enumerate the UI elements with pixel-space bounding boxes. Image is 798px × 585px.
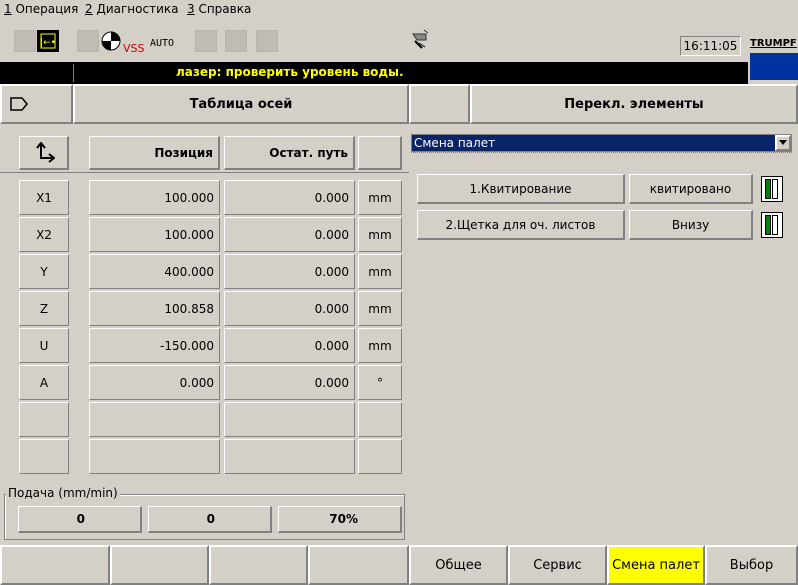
axis-unit: ° <box>358 365 402 400</box>
switch-elements-panel: Смена палет 1.Квитирование квитировано 2… <box>409 124 798 545</box>
toolbar-slot-1[interactable] <box>14 30 36 52</box>
menu-bar: 1 Операция 2 Диагностика 3 Справка <box>0 0 798 18</box>
chevron-down-icon <box>779 140 787 145</box>
empty-cell <box>358 439 402 474</box>
axis-name: U <box>19 328 69 363</box>
svg-text:|←•: |←• <box>40 38 56 48</box>
menu-diagnostics-label: Диагностика <box>92 2 179 16</box>
brand-logo <box>750 53 798 80</box>
panel-arrow-icon <box>10 97 28 111</box>
message-slot <box>2 64 74 82</box>
feed-override-value: 70% <box>278 506 402 533</box>
axis-unit: mm <box>358 254 402 289</box>
pallet-select[interactable]: Смена палет <box>411 134 792 152</box>
coord-system-button[interactable] <box>19 136 69 170</box>
acknowledge-status: квитировано <box>629 174 753 204</box>
toolbar: |←• VSS AUTO 16:11:05 TRUMPF <box>0 18 798 80</box>
axis-remaining: 0.000 <box>224 217 355 252</box>
feed-label: Подача (mm/min) <box>6 486 120 500</box>
axis-position: 100.858 <box>89 291 220 326</box>
switch-elements-title: Перекл. элементы <box>470 84 798 124</box>
axis-name: Y <box>19 254 69 289</box>
axis-name: X2 <box>19 217 69 252</box>
axis-unit: mm <box>358 291 402 326</box>
axis-remaining: 0.000 <box>224 254 355 289</box>
right-panel-toggle[interactable] <box>409 84 470 124</box>
coordinate-axes-icon <box>35 141 55 163</box>
toolbar-slot-3[interactable] <box>195 30 217 52</box>
softkey-4[interactable] <box>308 545 409 585</box>
select-divider <box>411 152 792 153</box>
axis-unit: mm <box>358 328 402 363</box>
toolbar-slot-2[interactable] <box>77 30 99 52</box>
brand-label: TRUMPF <box>750 38 797 49</box>
col-header-unit <box>358 136 402 170</box>
axis-name: Z <box>19 291 69 326</box>
clock-display: 16:11:05 <box>680 36 741 56</box>
dropdown-arrow-button[interactable] <box>775 135 791 151</box>
empty-cell <box>19 439 69 474</box>
menu-diagnostics-hotkey: 2 <box>85 2 93 16</box>
empty-cell <box>224 439 355 474</box>
axis-table-panel: Позиция Остат. путь X1 100.000 0.000 mm X2 10… <box>0 124 409 545</box>
col-header-position: Позиция <box>89 136 220 170</box>
axis-table-title: Таблица осей <box>73 84 409 124</box>
header-divider <box>0 172 409 173</box>
menu-operation-hotkey: 1 <box>4 2 12 16</box>
softkey-3[interactable] <box>209 545 308 585</box>
axis-position: 400.000 <box>89 254 220 289</box>
laser-status-icon <box>410 28 432 50</box>
program-reference-icon <box>100 30 122 52</box>
empty-cell <box>358 402 402 437</box>
acknowledge-toggle[interactable] <box>761 176 783 202</box>
axis-remaining: 0.000 <box>224 328 355 363</box>
message-bar: лазер: проверить уровень воды. <box>0 62 748 84</box>
empty-cell <box>89 402 220 437</box>
col-header-remaining: Остат. путь <box>224 136 355 170</box>
axis-remaining: 0.000 <box>224 291 355 326</box>
sheet-brush-toggle[interactable] <box>761 212 783 238</box>
axis-name: X1 <box>19 180 69 215</box>
empty-cell <box>224 402 355 437</box>
tab-select[interactable]: Выбор <box>705 545 798 585</box>
axis-unit: mm <box>358 180 402 215</box>
menu-help-label: Справка <box>194 2 252 16</box>
axis-remaining: 0.000 <box>224 180 355 215</box>
tab-service[interactable]: Сервис <box>508 545 607 585</box>
menu-diagnostics[interactable]: 2 Диагностика <box>85 2 178 16</box>
sheet-brush-button[interactable]: 2.Щетка для оч. листов <box>417 210 625 240</box>
softkey-1[interactable] <box>0 545 110 585</box>
jog-mode-button[interactable]: |←• <box>37 30 59 52</box>
empty-cell <box>19 402 69 437</box>
axis-name: A <box>19 365 69 400</box>
message-text: лазер: проверить уровень воды. <box>176 65 404 79</box>
auto-mode-label: AUTO <box>150 38 175 49</box>
axis-position: 100.000 <box>89 180 220 215</box>
axis-position: -150.000 <box>89 328 220 363</box>
panel-toggle-button[interactable] <box>0 84 73 124</box>
feed-value-2: 0 <box>148 506 272 533</box>
menu-help-hotkey: 3 <box>187 2 195 16</box>
acknowledge-button[interactable]: 1.Квитирование <box>417 174 625 204</box>
pallet-select-value: Смена палет <box>414 136 496 150</box>
empty-cell <box>89 439 220 474</box>
axis-position: 100.000 <box>89 217 220 252</box>
toolbar-slot-4[interactable] <box>225 30 247 52</box>
sheet-brush-status: Внизу <box>629 210 753 240</box>
axis-position: 0.000 <box>89 365 220 400</box>
menu-operation-label: Операция <box>11 2 79 16</box>
vss-label: VSS <box>123 42 145 55</box>
menu-operation[interactable]: 1 Операция <box>4 2 78 16</box>
jog-arrows-icon: |←• <box>40 33 56 49</box>
axis-remaining: 0.000 <box>224 365 355 400</box>
axis-unit: mm <box>358 217 402 252</box>
toolbar-slot-5[interactable] <box>256 30 278 52</box>
tab-general[interactable]: Общее <box>409 545 508 585</box>
brand-area: TRUMPF <box>748 36 798 80</box>
softkey-2[interactable] <box>110 545 209 585</box>
menu-help[interactable]: 3 Справка <box>187 2 251 16</box>
tab-pallet-change[interactable]: Смена палет <box>607 545 705 585</box>
feed-value-1: 0 <box>18 506 142 533</box>
